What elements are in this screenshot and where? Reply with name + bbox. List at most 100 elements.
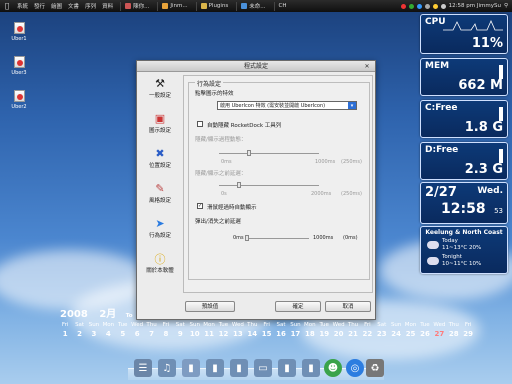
calendar-date[interactable]: 22 <box>360 330 374 338</box>
calendar-date[interactable]: 23 <box>375 330 389 338</box>
calendar-date[interactable]: 6 <box>130 330 144 338</box>
trash-icon[interactable]: ♻ <box>366 359 384 377</box>
calendar-date[interactable]: 4 <box>101 330 115 338</box>
search-icon[interactable]: ⚲ <box>504 3 508 9</box>
sidebar-item-general[interactable]: ⚒ 一般設定 <box>140 77 180 110</box>
sidebar-item-label: 一般設定 <box>148 93 171 99</box>
calendar-weekday: Sat <box>175 322 185 328</box>
dialog-footer: 預設值 確定 取消 <box>183 301 371 313</box>
desktop-icon[interactable]: Uber2 <box>4 90 34 110</box>
desktop-icon[interactable]: Uber1 <box>4 22 34 42</box>
calendar-date[interactable]: 14 <box>245 330 259 338</box>
menu-item[interactable]: 資料 <box>99 2 116 10</box>
calendar-date[interactable]: 26 <box>418 330 432 338</box>
taskbar-button[interactable]: 陳你... <box>120 1 153 11</box>
tray-icon[interactable] <box>432 3 438 9</box>
ok-button[interactable]: 確定 <box>275 301 321 312</box>
calendar-date[interactable]: 7 <box>144 330 158 338</box>
bank-icon[interactable]: ☰ <box>134 359 152 377</box>
messenger-icon[interactable]: ☻ <box>324 359 342 377</box>
show-delay-thumb[interactable] <box>237 182 241 188</box>
weather-tonight: Tonight 10~11°C 10% <box>421 254 507 268</box>
folder-icon[interactable]: ▮ <box>278 359 296 377</box>
tray-icon[interactable] <box>400 3 406 9</box>
hide-delay-min: 0ms <box>221 159 232 165</box>
menu-item[interactable]: 序列 <box>82 2 99 10</box>
calendar-weekday: Fri <box>263 322 270 328</box>
menu-item[interactable]: 發行 <box>31 2 48 10</box>
default-button[interactable]: 預設值 <box>185 301 235 312</box>
settings-dialog: 程式設定 ✕ ⚒ 一般設定 ▣ 圖示設定 ✖ 位置設定 ✎ 風格設定 ➤ 行為設… <box>136 60 376 320</box>
folder-icon[interactable]: ▮ <box>182 359 200 377</box>
calendar-date[interactable]: 29 <box>461 330 475 338</box>
folder-icon[interactable]: ▮ <box>230 359 248 377</box>
mem-label: MEM <box>425 61 450 71</box>
taskbar-button[interactable]: 未命... <box>236 1 269 11</box>
calendar-date[interactable]: 11 <box>202 330 216 338</box>
dialog-titlebar[interactable]: 程式設定 ✕ <box>137 61 375 72</box>
apple-icon[interactable]:  <box>0 2 14 10</box>
tray-icon[interactable] <box>424 3 430 9</box>
calendar-date[interactable]: 19 <box>317 330 331 338</box>
calendar-date[interactable]: 20 <box>331 330 345 338</box>
sidebar-item-icon[interactable]: ▣ 圖示設定 <box>140 112 180 145</box>
cancel-button[interactable]: 取消 <box>325 301 371 312</box>
menu-item[interactable]: 系統 <box>14 2 31 10</box>
folder-icon[interactable]: ▮ <box>206 359 224 377</box>
calendar-date[interactable]: 28 <box>447 330 461 338</box>
show-delay-track[interactable] <box>219 185 319 186</box>
taskbar-button[interactable]: Jinm... <box>157 1 191 11</box>
c-drive-bar <box>499 107 503 121</box>
hide-delay-track[interactable] <box>219 153 319 154</box>
close-icon[interactable]: ✕ <box>362 63 372 70</box>
calendar-date[interactable]: 1 <box>58 330 72 338</box>
calendar-date[interactable]: 24 <box>389 330 403 338</box>
popup-delay-track[interactable] <box>245 238 309 239</box>
calendar-date[interactable]: 18 <box>303 330 317 338</box>
mouse-hover-checkbox[interactable]: ✓ <box>197 203 203 209</box>
calendar-date[interactable]: 8 <box>159 330 173 338</box>
calendar-date[interactable]: 2 <box>72 330 86 338</box>
calendar-weekday: Fri <box>364 322 371 328</box>
calendar-weekday: Wed <box>433 322 446 328</box>
input-method-button[interactable]: CH <box>273 1 291 11</box>
folder-icon[interactable]: ▮ <box>302 359 320 377</box>
click-effect-select[interactable]: 啟用 UberIcon 特效 (需安裝並開啟 UberIcon) ▾ <box>217 101 357 110</box>
tray-icon[interactable] <box>408 3 414 9</box>
calendar-date[interactable]: 12 <box>216 330 230 338</box>
sidebar-item-behavior[interactable]: ➤ 行為設定 <box>140 217 180 250</box>
calendar-date[interactable]: 13 <box>231 330 245 338</box>
monitor-icon[interactable]: ▭ <box>254 359 272 377</box>
cpu-graph <box>443 20 503 31</box>
tray-icon[interactable] <box>416 3 422 9</box>
desktop-icon[interactable]: Uber3 <box>4 56 34 76</box>
calendar-date[interactable]: 9 <box>173 330 187 338</box>
calendar-date[interactable]: 10 <box>188 330 202 338</box>
menubar:  系統 發行 繪圖 文書 序列 資料 陳你... Jinm... Plugin… <box>0 0 512 12</box>
calendar-date[interactable]: 15 <box>259 330 273 338</box>
autohide-checkbox[interactable] <box>197 121 203 127</box>
calendar-date[interactable]: 5 <box>116 330 130 338</box>
calendar-date[interactable]: 16 <box>274 330 288 338</box>
menu-item[interactable]: 文書 <box>65 2 82 10</box>
sidebar-item-about[interactable]: ⓘ 關於本軟體 <box>140 252 180 285</box>
calendar-date[interactable]: 21 <box>346 330 360 338</box>
volume-icon[interactable] <box>440 3 446 9</box>
taskbar-button[interactable]: Plugins <box>195 1 233 11</box>
rocketdock: ☰ ♫ ▮ ▮ ▮ ▭ ▮ ▮ ☻ ◎ ♻ <box>128 350 384 380</box>
calendar-date[interactable]: 25 <box>403 330 417 338</box>
calendar-date[interactable]: 3 <box>87 330 101 338</box>
music-icon[interactable]: ♫ <box>158 359 176 377</box>
menubar-clock[interactable]: 12:58 pm JimmySu <box>449 3 501 9</box>
sidebar-item-label: 位置設定 <box>148 163 171 169</box>
sidebar-item-style[interactable]: ✎ 風格設定 <box>140 182 180 215</box>
desktop-icon-label: Uber2 <box>11 104 27 110</box>
c-drive-value: 1.8 G <box>464 120 503 135</box>
calendar-date[interactable]: 17 <box>288 330 302 338</box>
hide-delay-thumb[interactable] <box>247 150 251 156</box>
menu-item[interactable]: 繪圖 <box>48 2 65 10</box>
calendar-date[interactable]: 27 <box>432 330 446 338</box>
globe-icon[interactable]: ◎ <box>346 359 364 377</box>
popup-delay-thumb[interactable] <box>245 235 249 241</box>
sidebar-item-position[interactable]: ✖ 位置設定 <box>140 147 180 180</box>
